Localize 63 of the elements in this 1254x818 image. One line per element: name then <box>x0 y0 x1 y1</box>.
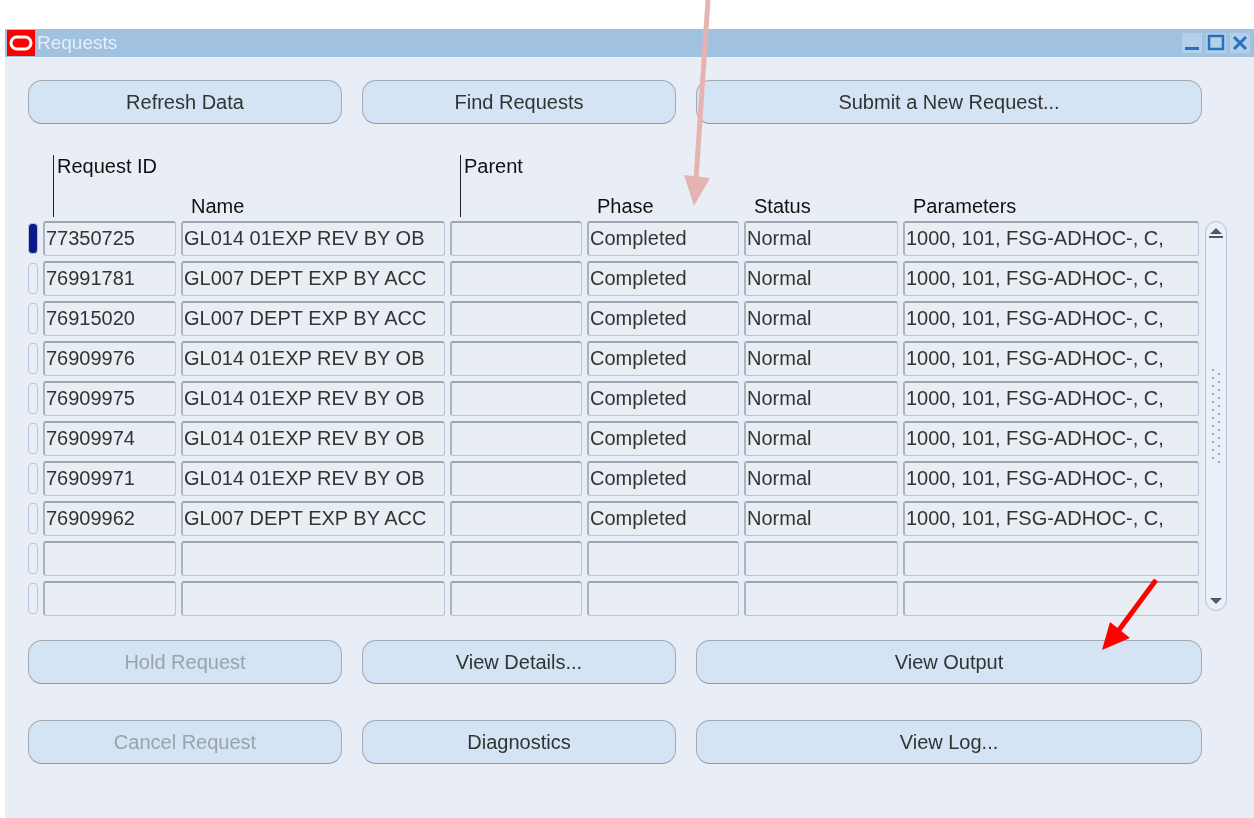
action-button[interactable]: View Log... <box>696 720 1202 764</box>
table-cell: GL007 DEPT EXP BY ACC <box>181 501 445 536</box>
app-logo-icon <box>7 30 35 56</box>
minimize-icon[interactable] <box>1182 33 1202 53</box>
table-cell: Normal <box>744 421 898 456</box>
table-cell: 1000, 101, FSG-ADHOC-, C, <box>903 501 1199 536</box>
table-cell: Completed <box>587 421 739 456</box>
table-cell: GL014 01EXP REV BY OB <box>181 341 445 376</box>
scroll-up-icon[interactable] <box>1209 226 1223 238</box>
table-cell: Normal <box>744 301 898 336</box>
table-cell: 76915020 <box>43 301 176 336</box>
scroll-down-icon[interactable] <box>1209 596 1223 606</box>
table-cell: GL014 01EXP REV BY OB <box>181 421 445 456</box>
column-header: Parent <box>460 155 586 217</box>
row-indicator[interactable] <box>28 223 38 254</box>
action-button[interactable]: Submit a New Request... <box>696 80 1202 124</box>
action-button[interactable]: Find Requests <box>362 80 676 124</box>
table-cell: Completed <box>587 501 739 536</box>
table-cell: 1000, 101, FSG-ADHOC-, C, <box>903 221 1199 256</box>
close-icon[interactable] <box>1230 33 1250 53</box>
column-header: Parameters <box>912 195 1018 217</box>
table-cell: Normal <box>744 461 898 496</box>
table-cell: 1000, 101, FSG-ADHOC-, C, <box>903 421 1199 456</box>
table-cell: Normal <box>744 381 898 416</box>
column-header: Request ID <box>53 155 180 217</box>
column-header: Phase <box>596 195 655 217</box>
table-cell: 76909962 <box>43 501 176 536</box>
table-cell: Normal <box>744 261 898 296</box>
table-cell: 1000, 101, FSG-ADHOC-, C, <box>903 461 1199 496</box>
window-title: Requests <box>37 32 119 54</box>
table-cell: Normal <box>744 221 898 256</box>
table-cell: GL007 DEPT EXP BY ACC <box>181 261 445 296</box>
action-button[interactable]: Diagnostics <box>362 720 676 764</box>
table-cell: 77350725 <box>43 221 176 256</box>
table-cell: Completed <box>587 301 739 336</box>
action-button[interactable]: View Output <box>696 640 1202 684</box>
table-cell: GL007 DEPT EXP BY ACC <box>181 301 445 336</box>
table-cell: 1000, 101, FSG-ADHOC-, C, <box>903 381 1199 416</box>
table-cell: 76909971 <box>43 461 176 496</box>
action-button[interactable]: View Details... <box>362 640 676 684</box>
table-cell: 76909974 <box>43 421 176 456</box>
table-cell: Normal <box>744 341 898 376</box>
table-cell: GL014 01EXP REV BY OB <box>181 461 445 496</box>
table-cell: Completed <box>587 381 739 416</box>
column-header: Status <box>753 195 812 217</box>
table-cell: Completed <box>587 341 739 376</box>
action-button[interactable]: Refresh Data <box>28 80 342 124</box>
column-header: Name <box>190 195 246 217</box>
grip-icon[interactable] <box>1210 369 1222 465</box>
table-cell: Completed <box>587 261 739 296</box>
table-cell: Normal <box>744 501 898 536</box>
table-cell: 76909975 <box>43 381 176 416</box>
table-cell: 76909976 <box>43 341 176 376</box>
table-cell: 76991781 <box>43 261 176 296</box>
scrollbar[interactable] <box>1205 221 1227 611</box>
table-cell: 1000, 101, FSG-ADHOC-, C, <box>903 261 1199 296</box>
table-cell: 1000, 101, FSG-ADHOC-, C, <box>903 301 1199 336</box>
table-cell: Completed <box>587 221 739 256</box>
table-cell: Completed <box>587 461 739 496</box>
table-cell: 1000, 101, FSG-ADHOC-, C, <box>903 341 1199 376</box>
table-cell: GL014 01EXP REV BY OB <box>181 221 445 256</box>
table-cell: GL014 01EXP REV BY OB <box>181 381 445 416</box>
maximize-icon[interactable] <box>1206 33 1226 53</box>
